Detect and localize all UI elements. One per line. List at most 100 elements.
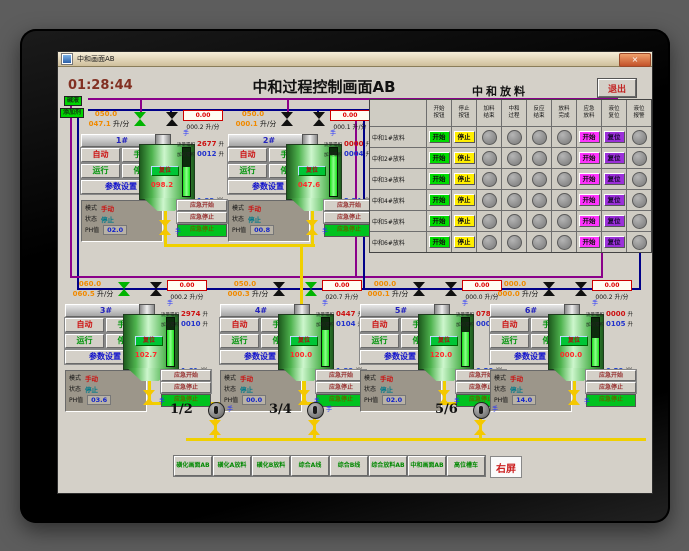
discharge-valve-icon[interactable] xyxy=(568,390,580,405)
reaction-done-indicator xyxy=(531,150,547,166)
neutralize-indicator xyxy=(506,150,522,166)
flow-unit: 升/分 xyxy=(392,290,409,298)
window-titlebar[interactable]: 中和画面AB × xyxy=(58,52,652,67)
tank-reset-button[interactable]: 复位 xyxy=(151,166,179,176)
feed-done-indicator xyxy=(481,150,497,166)
additive-valve-icon[interactable] xyxy=(574,282,588,296)
auto-button[interactable]: 自动 xyxy=(220,318,259,332)
level-reset-button[interactable]: 复位 xyxy=(603,152,625,164)
discharge-valve-icon[interactable] xyxy=(143,390,155,405)
level-reset-button[interactable]: 复位 xyxy=(603,194,625,206)
run-button[interactable]: 运行 xyxy=(220,334,259,348)
auto-button[interactable]: 自动 xyxy=(65,318,104,332)
supply-valve-icon[interactable] xyxy=(542,282,556,296)
pump-valve-icon[interactable] xyxy=(308,420,320,435)
ph-label: PH值 xyxy=(232,227,247,234)
additive-valve-icon[interactable] xyxy=(165,112,179,126)
pump-valve-icon[interactable] xyxy=(209,420,221,435)
level-reset-button[interactable]: 复位 xyxy=(603,236,625,248)
stop-button[interactable]: 停止 xyxy=(453,215,475,227)
supply-valve-icon[interactable] xyxy=(272,282,286,296)
right-screen-button[interactable]: 右屏 xyxy=(490,456,522,478)
run-button[interactable]: 运行 xyxy=(228,164,267,178)
supply-valve-icon[interactable] xyxy=(133,112,147,126)
ph-value: 02.0 xyxy=(103,224,128,235)
nav-button[interactable]: 综合B线 xyxy=(330,456,368,476)
stop-button[interactable]: 停止 xyxy=(453,173,475,185)
pump-valve-icon[interactable] xyxy=(474,420,486,435)
discharge-done-indicator xyxy=(556,171,572,187)
emergency-stop-button[interactable]: 应急停止 xyxy=(586,382,636,393)
auto-button[interactable]: 自动 xyxy=(228,148,267,162)
tank-reset-button[interactable]: 复位 xyxy=(560,336,588,346)
additive-valve-icon[interactable] xyxy=(444,282,458,296)
auto-button[interactable]: 自动 xyxy=(490,318,529,332)
emergency-stop-button[interactable]: 应急停止 xyxy=(324,212,374,223)
additive-valve-icon[interactable] xyxy=(304,282,318,296)
table-row: 中和6#放料 开始 停止 开始 复位 xyxy=(370,231,651,252)
state-label: 状态 xyxy=(232,216,245,223)
run-button[interactable]: 运行 xyxy=(81,164,120,178)
emergency-start-button[interactable]: 应急开始 xyxy=(324,200,374,211)
pump-icon[interactable] xyxy=(208,402,225,419)
tank-reset-button[interactable]: 复位 xyxy=(290,336,318,346)
pump-icon[interactable] xyxy=(473,402,490,419)
row-label: 中和3#放料 xyxy=(370,168,426,189)
auto-button[interactable]: 自动 xyxy=(360,318,399,332)
tank-reset-button[interactable]: 复位 xyxy=(298,166,326,176)
nav-button[interactable]: 综合放料AB xyxy=(369,456,407,476)
run-button[interactable]: 运行 xyxy=(65,334,104,348)
run-button[interactable]: 运行 xyxy=(490,334,529,348)
tank-reset-button[interactable]: 复位 xyxy=(430,336,458,346)
state-label: 状态 xyxy=(364,386,377,393)
stop-button[interactable]: 停止 xyxy=(453,152,475,164)
nav-button[interactable]: 综合A线 xyxy=(291,456,329,476)
emergency-discharge-button[interactable]: 开始 xyxy=(578,131,600,143)
start-button[interactable]: 开始 xyxy=(428,131,450,143)
start-button[interactable]: 开始 xyxy=(428,236,450,248)
supply-valve-icon[interactable] xyxy=(412,282,426,296)
emergency-stop-button[interactable]: 应急停止 xyxy=(177,212,227,223)
level-reset-button[interactable]: 复位 xyxy=(603,173,625,185)
discharge-valve-icon[interactable] xyxy=(159,220,171,235)
level-reset-button[interactable]: 复位 xyxy=(603,131,625,143)
tank-reset-button[interactable]: 复位 xyxy=(135,336,163,346)
stop-button[interactable]: 停止 xyxy=(453,131,475,143)
emergency-discharge-button[interactable]: 开始 xyxy=(578,236,600,248)
emergency-stop-button[interactable]: 应急停止 xyxy=(161,382,211,393)
stop-button[interactable]: 停止 xyxy=(453,194,475,206)
additive-valve-icon[interactable] xyxy=(149,282,163,296)
nav-button[interactable]: 中和画面AB xyxy=(408,456,446,476)
state-label: 状态 xyxy=(224,386,237,393)
nav-button[interactable]: 磺化A放料 xyxy=(213,456,251,476)
auto-button[interactable]: 自动 xyxy=(81,148,120,162)
supply-valve-icon[interactable] xyxy=(117,282,131,296)
emergency-discharge-button[interactable]: 开始 xyxy=(578,152,600,164)
emergency-discharge-button[interactable]: 开始 xyxy=(578,215,600,227)
additive-valve-icon[interactable] xyxy=(312,112,326,126)
start-button[interactable]: 开始 xyxy=(428,215,450,227)
emergency-start-button[interactable]: 应急开始 xyxy=(586,370,636,381)
close-icon[interactable]: × xyxy=(619,53,651,67)
nav-button[interactable]: 磺化B放料 xyxy=(252,456,290,476)
start-button[interactable]: 开始 xyxy=(428,152,450,164)
emergency-discharge-button[interactable]: 开始 xyxy=(578,173,600,185)
pump-icon[interactable] xyxy=(307,402,324,419)
table-row: 中和4#放料 开始 停止 开始 复位 xyxy=(370,189,651,210)
nav-button[interactable]: 磺化画面AB xyxy=(174,456,212,476)
start-button[interactable]: 开始 xyxy=(428,173,450,185)
stop-button[interactable]: 停止 xyxy=(453,236,475,248)
level-reset-button[interactable]: 复位 xyxy=(603,215,625,227)
discharge-valve-icon[interactable] xyxy=(306,220,318,235)
mode-label: 模式 xyxy=(364,375,377,382)
emergency-start-button[interactable]: 应急开始 xyxy=(161,370,211,381)
emergency-panel: 应急开始 应急停止 应急停止 xyxy=(324,200,374,237)
supply-valve-icon[interactable] xyxy=(280,112,294,126)
start-button[interactable]: 开始 xyxy=(428,194,450,206)
emergency-start-button[interactable]: 应急开始 xyxy=(177,200,227,211)
exit-button[interactable]: 退出 xyxy=(598,79,636,97)
emergency-discharge-button[interactable]: 开始 xyxy=(578,194,600,206)
totalizer1-unit: 升 xyxy=(627,312,633,318)
nav-button[interactable]: 高位槽车 xyxy=(447,456,485,476)
run-button[interactable]: 运行 xyxy=(360,334,399,348)
